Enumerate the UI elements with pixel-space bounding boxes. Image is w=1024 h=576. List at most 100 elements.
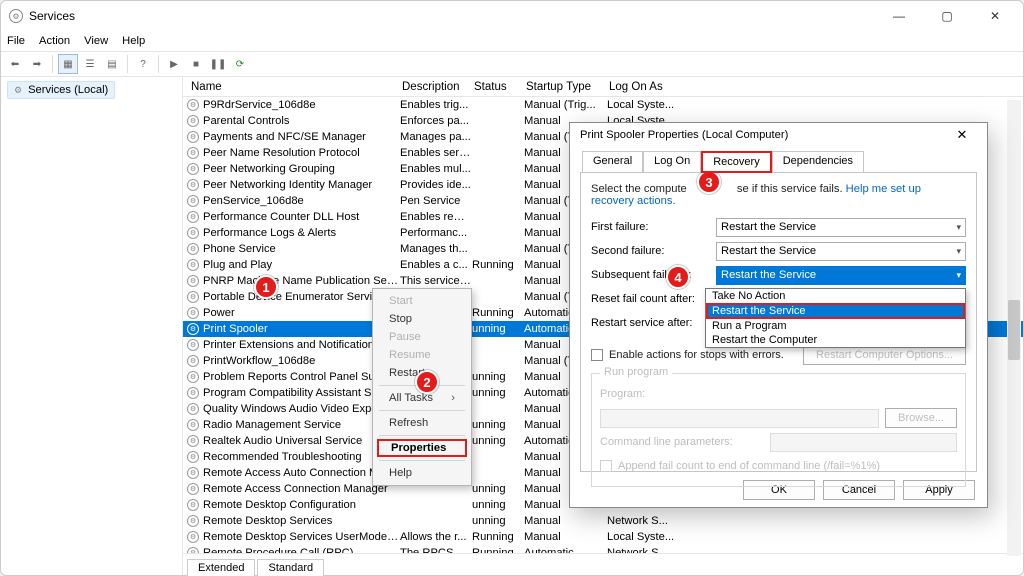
cell-desc: The RPCSS s... (400, 547, 472, 553)
table-row[interactable]: ⚙ Remote Desktop Services UserMode Port .… (183, 529, 1023, 545)
scrollbar[interactable] (1007, 100, 1021, 556)
subsequent-failure-combo[interactable]: Restart the Service▾ (716, 266, 966, 285)
back-icon[interactable]: ⬅ (5, 54, 25, 74)
program-label: Program: (600, 388, 725, 400)
forward-icon[interactable]: ➡ (27, 54, 47, 74)
ctx-pause[interactable]: Pause (375, 328, 469, 346)
menu-file[interactable]: File (7, 35, 25, 47)
opt-restart-service[interactable]: Restart the Service (706, 303, 965, 319)
tab-general[interactable]: General (582, 151, 643, 173)
recovery-panel: Select the compute se if this service fa… (580, 172, 977, 472)
table-row[interactable]: ⚙P9RdrService_106d8eEnables trig...Manua… (183, 97, 1023, 113)
show-hide-tree-icon[interactable]: ▦ (58, 54, 78, 74)
service-icon: ⚙ (187, 195, 199, 207)
tab-standard[interactable]: Standard (257, 559, 324, 576)
menu-view[interactable]: View (84, 35, 108, 47)
menu-action[interactable]: Action (39, 35, 70, 47)
window-title: Services (29, 9, 879, 23)
ctx-start[interactable]: Start (375, 292, 469, 310)
service-icon: ⚙ (187, 211, 199, 223)
cell-logon: Local Syste... (607, 531, 682, 543)
col-description[interactable]: Description (402, 81, 474, 93)
opt-restart-computer[interactable]: Restart the Computer (706, 333, 965, 347)
first-failure-label: First failure: (591, 221, 716, 233)
tab-dependencies[interactable]: Dependencies (772, 151, 864, 173)
service-icon: ⚙ (187, 99, 199, 111)
cmdline-input[interactable] (770, 433, 957, 452)
table-row[interactable]: ⚙Remote Procedure Call (RPC)The RPCSS s.… (183, 545, 1023, 553)
cell-name: Peer Networking Identity Manager (203, 179, 400, 191)
tree-services-local[interactable]: ⚙ Services (Local) (7, 81, 115, 99)
pause-icon[interactable]: ❚❚ (208, 54, 228, 74)
dialog-tabs: General Log On Recovery Dependencies (580, 151, 977, 173)
minimize-button[interactable]: — (879, 3, 919, 29)
cell-logon: Local Syste... (607, 99, 682, 111)
cell-startup: Manual (524, 515, 607, 527)
browse-button[interactable]: Browse... (885, 408, 957, 428)
help-icon[interactable]: ? (133, 54, 153, 74)
cell-name: Remote Desktop Services UserMode Port ..… (203, 531, 400, 543)
service-icon: ⚙ (187, 515, 199, 527)
cell-status: Running (472, 547, 524, 553)
ctx-refresh[interactable]: Refresh (375, 414, 469, 432)
service-icon: ⚙ (187, 259, 199, 271)
col-startup[interactable]: Startup Type (526, 81, 609, 93)
cell-status: unning (472, 435, 524, 447)
services-icon: ⚙ (9, 9, 23, 23)
cell-name: Peer Name Resolution Protocol (203, 147, 400, 159)
play-icon[interactable]: ▶ (164, 54, 184, 74)
tab-recovery[interactable]: Recovery (701, 151, 771, 173)
service-icon: ⚙ (187, 307, 199, 319)
cell-status: unning (472, 515, 524, 527)
cell-status: unning (472, 499, 524, 511)
scroll-thumb[interactable] (1008, 300, 1020, 360)
first-failure-combo[interactable]: Restart the Service▾ (716, 218, 966, 237)
restart-after-label: Restart service after: (591, 317, 716, 329)
maximize-button[interactable]: ▢ (927, 3, 967, 29)
tab-logon[interactable]: Log On (643, 151, 701, 173)
cell-name: Print Spooler (203, 323, 400, 335)
ctx-help[interactable]: Help (375, 464, 469, 482)
enable-actions-checkbox[interactable] (591, 349, 603, 361)
col-status[interactable]: Status (474, 81, 526, 93)
table-row[interactable]: ⚙Remote Desktop ServicesunningManualNetw… (183, 513, 1023, 529)
ctx-properties[interactable]: Properties (377, 439, 467, 457)
titlebar: ⚙ Services — ▢ ✕ (1, 1, 1023, 31)
cell-name: Performance Logs & Alerts (203, 227, 400, 239)
service-icon: ⚙ (187, 483, 199, 495)
col-logon[interactable]: Log On As (609, 81, 684, 93)
cell-name: Quality Windows Audio Video Experience (203, 403, 400, 415)
service-icon: ⚙ (187, 531, 199, 543)
service-icon: ⚙ (187, 451, 199, 463)
badge-4: 4 (666, 265, 690, 289)
cmdline-label: Command line parameters: (600, 436, 770, 448)
ctx-stop[interactable]: Stop (375, 310, 469, 328)
tree-label: Services (Local) (28, 84, 108, 96)
restart-computer-options-button[interactable]: Restart Computer Options... (803, 345, 966, 365)
cell-status: unning (472, 323, 524, 335)
service-icon: ⚙ (187, 403, 199, 415)
second-failure-combo[interactable]: Restart the Service▾ (716, 242, 966, 261)
tab-extended[interactable]: Extended (187, 559, 255, 576)
opt-no-action[interactable]: Take No Action (706, 289, 965, 303)
menu-help[interactable]: Help (122, 35, 145, 47)
append-label: Append fail count to end of command line… (618, 460, 880, 472)
properties-icon[interactable]: ▤ (102, 54, 122, 74)
restart-icon[interactable]: ⟳ (230, 54, 250, 74)
service-icon: ⚙ (187, 339, 199, 351)
subsequent-failure-label: Subsequent failures: (591, 269, 716, 281)
cell-desc: Provides ide... (400, 179, 472, 191)
export-list-icon[interactable]: ☰ (80, 54, 100, 74)
service-icon: ⚙ (187, 371, 199, 383)
close-button[interactable]: ✕ (975, 3, 1015, 29)
enable-actions-label: Enable actions for stops with errors. (609, 349, 784, 361)
opt-run-program[interactable]: Run a Program (706, 319, 965, 333)
append-fail-count-checkbox[interactable] (600, 460, 612, 472)
cell-name: Phone Service (203, 243, 400, 255)
ctx-resume[interactable]: Resume (375, 346, 469, 364)
col-name[interactable]: Name (187, 81, 402, 93)
service-icon: ⚙ (187, 547, 199, 553)
stop-icon[interactable]: ■ (186, 54, 206, 74)
program-path-input[interactable] (600, 409, 879, 428)
dialog-close-button[interactable]: ✕ (947, 127, 977, 143)
